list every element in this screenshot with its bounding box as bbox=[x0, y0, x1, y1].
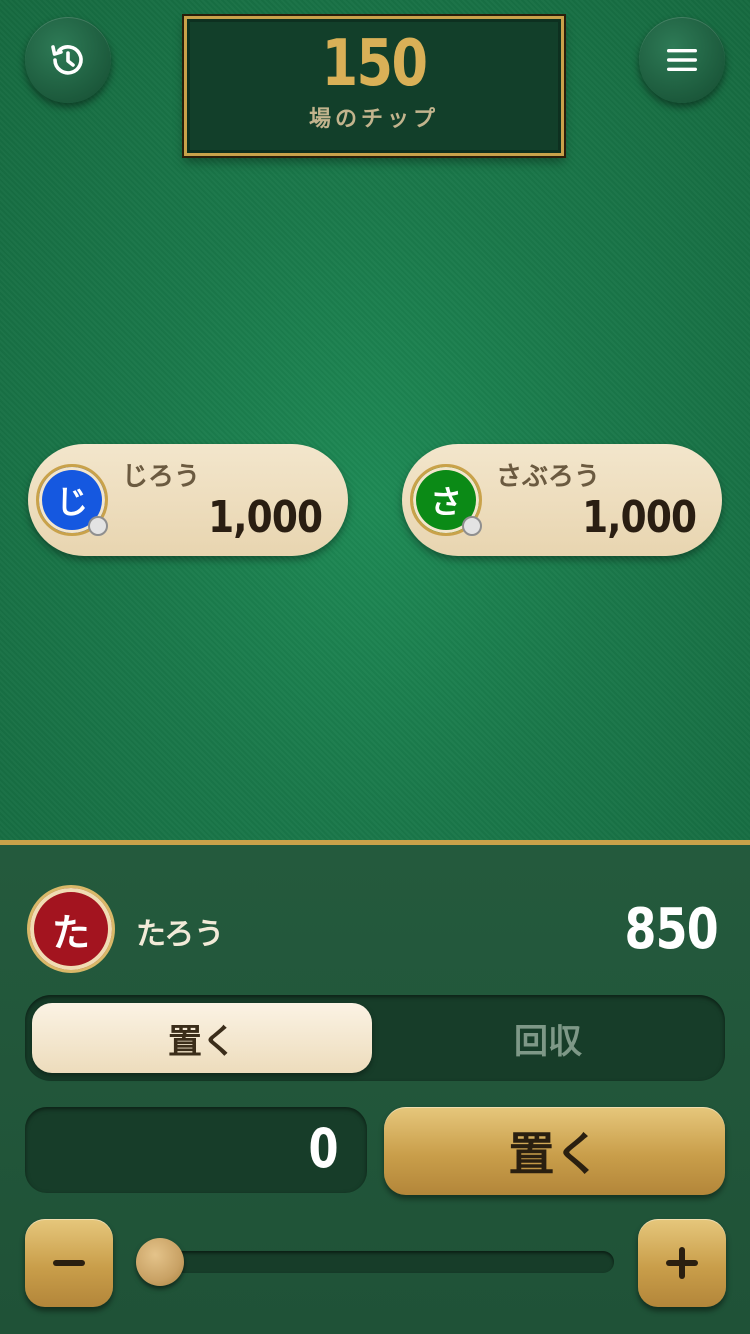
place-button[interactable]: 置く bbox=[384, 1107, 725, 1195]
bet-amount-value: 0 bbox=[308, 1117, 339, 1180]
control-panel: た たろう 850 置く 回収 0 置く bbox=[0, 840, 750, 1334]
history-icon bbox=[51, 45, 83, 75]
player-chips: 1,000 bbox=[581, 492, 697, 543]
hamburger-menu-icon bbox=[667, 49, 697, 71]
my-avatar: た bbox=[27, 885, 115, 973]
mode-toggle: 置く 回収 bbox=[25, 995, 725, 1081]
status-indicator bbox=[88, 516, 108, 536]
player-card-saburo: さ さぶろう 1,000 bbox=[402, 444, 722, 556]
increase-button[interactable] bbox=[638, 1219, 726, 1307]
player-name: じろう bbox=[122, 462, 201, 492]
my-name: たろう bbox=[136, 917, 225, 952]
bet-amount-field[interactable]: 0 bbox=[25, 1107, 367, 1193]
tab-place[interactable]: 置く bbox=[32, 1003, 372, 1073]
player-card-jiro: じ じろう 1,000 bbox=[28, 444, 348, 556]
plus-icon bbox=[666, 1247, 698, 1279]
history-button[interactable] bbox=[25, 17, 111, 103]
decrease-button[interactable] bbox=[25, 1219, 113, 1307]
pot-label: 場のチップ bbox=[308, 107, 439, 132]
my-chips: 850 bbox=[624, 897, 719, 962]
player-chips: 1,000 bbox=[207, 492, 323, 543]
player-initial: さ bbox=[429, 483, 462, 521]
my-initial: た bbox=[51, 910, 90, 955]
player-name: さぶろう bbox=[496, 462, 601, 492]
tab-collect[interactable]: 回収 bbox=[378, 1003, 718, 1073]
pot-display: 150 場のチップ bbox=[184, 16, 564, 156]
menu-button[interactable] bbox=[639, 17, 725, 103]
bet-slider-track[interactable] bbox=[138, 1251, 614, 1273]
player-initial: じ bbox=[55, 483, 88, 521]
pot-amount: 150 bbox=[321, 27, 428, 101]
status-indicator bbox=[462, 516, 482, 536]
minus-icon bbox=[53, 1260, 85, 1266]
bet-slider-thumb[interactable] bbox=[136, 1238, 184, 1286]
